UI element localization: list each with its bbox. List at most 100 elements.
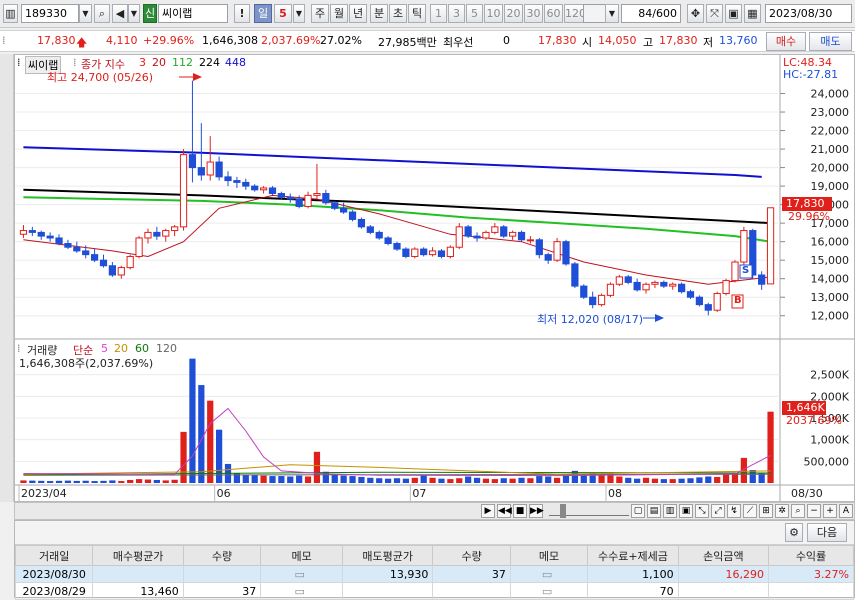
minute-3-button[interactable]: 3: [448, 4, 465, 23]
alert-button[interactable]: !: [234, 4, 250, 23]
volume-bar: [722, 474, 730, 483]
volume-bar: [358, 476, 365, 483]
volume-bar: [198, 385, 205, 483]
candle-body: [669, 283, 677, 287]
memo-icon[interactable]: ▭: [294, 585, 304, 598]
sell-button[interactable]: 매도: [809, 32, 852, 51]
fullview-icon[interactable]: ✥: [687, 4, 704, 23]
table-cell: [677, 582, 770, 600]
volume-bar: [616, 476, 623, 483]
chart-scroll-bar[interactable]: ▶ ◀◀ ■ ▶▶ ▢ ▤ ▥ ▣ ⤡ ⤢ ↯ ⟋ ⊞ ✲ ⌕ − + A: [14, 502, 855, 520]
memo-cell[interactable]: ▭: [260, 582, 344, 600]
column-header[interactable]: 수익률: [768, 545, 854, 566]
tool-icon-1[interactable]: ▢: [631, 504, 645, 518]
column-header[interactable]: 메모: [260, 545, 344, 566]
speaker-dropdown-icon[interactable]: ▼: [128, 4, 140, 23]
memo-cell[interactable]: ▭: [509, 565, 589, 583]
gear-icon[interactable]: ⚙: [785, 523, 803, 542]
stop-icon[interactable]: ■: [513, 504, 527, 518]
tool-icon-9[interactable]: ⊞: [759, 504, 773, 518]
custom-period-dropdown-icon[interactable]: ▼: [605, 4, 619, 23]
save-icon[interactable]: ▣: [725, 4, 742, 23]
minute-20-button[interactable]: 20: [504, 4, 523, 23]
memo-icon[interactable]: ▭: [542, 585, 552, 598]
period-minute-button[interactable]: 분: [370, 4, 388, 23]
minute-120-button[interactable]: 120: [564, 4, 584, 23]
day-count-field[interactable]: 5: [274, 4, 292, 23]
date-field[interactable]: 2023/08/30: [765, 4, 852, 23]
tool-icon-5[interactable]: ⤡: [695, 504, 709, 518]
table-row[interactable]: 2023/08/29 13,460 37 ▭ ▭ 70: [14, 582, 854, 600]
volume-bar: [438, 478, 445, 483]
volume-panel-icon[interactable]: ⁞: [17, 342, 21, 355]
search-small-icon[interactable]: ⌕: [791, 504, 805, 518]
tool-icon-6[interactable]: ⤢: [711, 504, 725, 518]
period-month-button[interactable]: 월: [330, 4, 348, 23]
ma448-line: [23, 146, 762, 178]
prev-page-icon[interactable]: ◀◀: [497, 504, 512, 518]
minute-1-button[interactable]: 1: [430, 4, 447, 23]
auto-scale-icon[interactable]: A: [839, 504, 853, 518]
column-header[interactable]: 손익금액: [677, 545, 770, 566]
minute-60-button[interactable]: 60: [544, 4, 563, 23]
memo-icon[interactable]: ▭: [294, 568, 304, 581]
minute-10-button[interactable]: 10: [484, 4, 503, 23]
stock-name-field[interactable]: 씨이랩: [158, 4, 228, 23]
column-header[interactable]: 메모: [509, 545, 589, 566]
tool-icon-8[interactable]: ⟋: [743, 504, 757, 518]
chart-area[interactable]: 24,00023,00022,00021,00020,00019,00018,0…: [14, 54, 855, 502]
minute-30-button[interactable]: 30: [524, 4, 543, 23]
crosshair-icon[interactable]: ⤧: [706, 4, 723, 23]
candle-body: [215, 161, 223, 178]
next-button[interactable]: 다음: [807, 523, 847, 542]
next-page-icon[interactable]: ▶▶: [529, 504, 544, 518]
period-tick-button[interactable]: 틱: [408, 4, 426, 23]
tool-icon-4[interactable]: ▣: [679, 504, 693, 518]
tool-icon-3[interactable]: ▥: [663, 504, 677, 518]
left-tool-strip[interactable]: [0, 54, 14, 502]
calendar-icon[interactable]: ▦: [744, 4, 761, 23]
candle-body: [331, 202, 339, 209]
volume-bar: [562, 475, 570, 483]
candle-body: [242, 181, 250, 187]
legend-toggle-icon[interactable]: ⁞: [73, 56, 77, 69]
display-count-field[interactable]: 84/600: [621, 4, 681, 23]
chart-panel-icon[interactable]: ⁞: [17, 56, 21, 69]
x-tick-label: 06: [217, 487, 231, 500]
day-count-dropdown-icon[interactable]: ▼: [293, 4, 305, 23]
candle-body: [277, 193, 285, 198]
column-header[interactable]: 수량: [182, 545, 262, 566]
trade-history-panel: ⚙ 다음 거래일 매수평균가 수량 메모 매도평균가 수량 메모 수수료+제세금 손익금액 수익률…: [14, 520, 855, 600]
code-dropdown-icon[interactable]: ▼: [79, 4, 92, 23]
table-cell: [182, 565, 262, 583]
zoom-slider-thumb[interactable]: [560, 504, 566, 518]
column-header[interactable]: 수량: [432, 545, 511, 566]
period-second-button[interactable]: 초: [389, 4, 407, 23]
zoom-in-icon[interactable]: +: [823, 504, 837, 518]
stock-code-input[interactable]: 189330: [21, 4, 79, 23]
table-row[interactable]: 2023/08/30 ▭ 13,930 37 ▭ 1,100 16,290 3.27%: [14, 565, 854, 583]
column-header[interactable]: 수수료+제세금: [587, 545, 679, 566]
memo-cell[interactable]: ▭: [260, 565, 344, 583]
menu-icon[interactable]: ▥: [3, 4, 18, 23]
buy-button[interactable]: 매수: [766, 32, 806, 51]
search-icon[interactable]: ⌕: [94, 4, 110, 23]
tool-icon-2[interactable]: ▤: [647, 504, 661, 518]
zoom-out-icon[interactable]: −: [807, 504, 821, 518]
period-week-button[interactable]: 주: [311, 4, 329, 23]
tool-icon-7[interactable]: ↯: [727, 504, 741, 518]
settings-small-icon[interactable]: ✲: [775, 504, 789, 518]
period-year-button[interactable]: 년: [349, 4, 367, 23]
ma112-legend: 112: [172, 56, 193, 69]
minute-5-button[interactable]: 5: [466, 4, 483, 23]
candle-body: [473, 235, 481, 239]
column-header[interactable]: 거래일: [14, 545, 94, 566]
column-header[interactable]: 매도평균가: [342, 545, 434, 566]
period-day-button[interactable]: 일: [254, 4, 272, 23]
volume-bar: [634, 478, 641, 483]
memo-icon[interactable]: ▭: [542, 568, 552, 581]
column-header[interactable]: 매수평균가: [92, 545, 184, 566]
memo-cell[interactable]: ▭: [509, 582, 589, 600]
speaker-icon[interactable]: ◀: [112, 4, 128, 23]
scroll-left-icon[interactable]: ▶: [481, 504, 495, 518]
